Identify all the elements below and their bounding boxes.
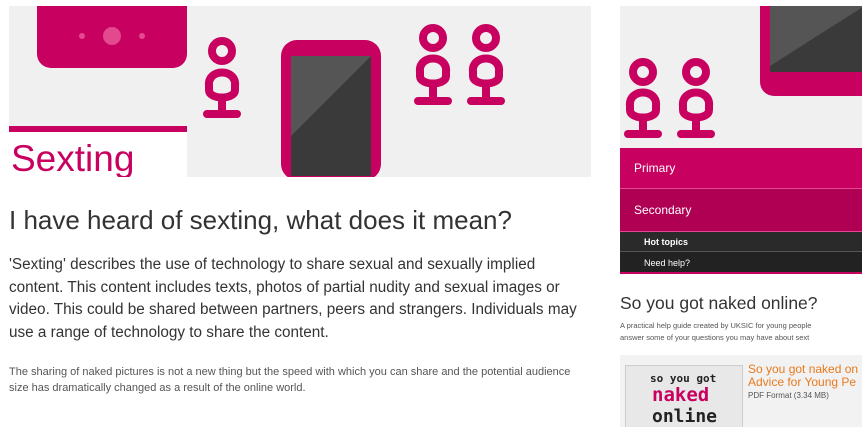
resource-link-line: So you got naked on [748, 362, 859, 376]
section-nav: Primary Secondary Hot topics Need help? [620, 148, 862, 274]
nav-need-help[interactable]: Need help? [620, 252, 862, 274]
nav-primary[interactable]: Primary [620, 148, 862, 189]
resource-link[interactable]: So you got naked on Advice for Young Pe [748, 363, 858, 389]
body-paragraph: The sharing of naked pictures is not a n… [9, 366, 571, 394]
resource-card[interactable]: so you got naked online So you got naked… [620, 355, 862, 427]
resource-thumbnail[interactable]: so you got naked online [625, 365, 743, 427]
nav-secondary[interactable]: Secondary [620, 189, 862, 232]
thumbnail-text: naked [652, 384, 710, 406]
person-icon [467, 24, 505, 105]
hero-banner: Sexting [9, 6, 591, 177]
sidebar-illustration [624, 6, 862, 138]
person-icon [414, 24, 452, 105]
resource-format: PDF Format (3.34 MB) [748, 391, 829, 400]
nav-hot-topics[interactable]: Hot topics [620, 232, 862, 252]
person-icon [203, 37, 241, 118]
page-title-box: Sexting [9, 126, 187, 177]
person-icon [624, 58, 662, 138]
sidebar-heading: So you got naked online? [620, 293, 818, 313]
sidebar-description-line: answer some of your questions you may ha… [620, 333, 810, 342]
resource-link-line: Advice for Young Pe [748, 375, 857, 389]
lead-paragraph: 'Sexting' describes the use of technolog… [9, 256, 577, 341]
phone-illustration-center [281, 40, 381, 177]
phone-illustration-left [37, 6, 187, 68]
phone-illustration-right [760, 6, 862, 96]
sidebar-description: A practical help guide created by UKSIC … [620, 320, 862, 344]
sidebar-banner [620, 6, 862, 152]
page-title: Sexting [11, 138, 135, 177]
person-icon [677, 58, 715, 138]
thumbnail-text: online [652, 406, 718, 427]
section-heading: I have heard of sexting, what does it me… [9, 205, 512, 235]
sidebar-description-line: A practical help guide created by UKSIC … [620, 321, 812, 330]
